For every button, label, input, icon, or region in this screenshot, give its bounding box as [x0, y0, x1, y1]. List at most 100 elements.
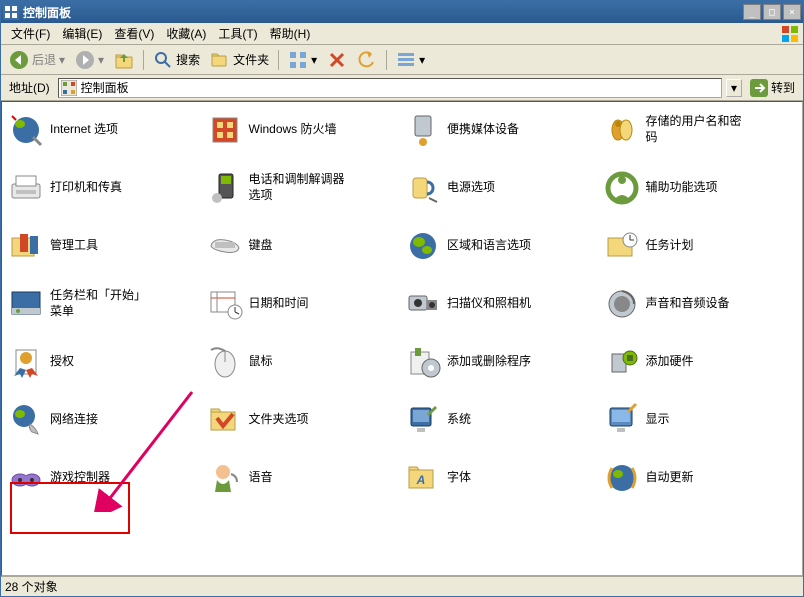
- menu-file[interactable]: 文件(F): [5, 23, 56, 44]
- status-bar: 28 个对象: [1, 576, 803, 596]
- address-bar: 地址(D) 控制面板 ▾ 转到: [1, 75, 803, 101]
- cp-item[interactable]: 辅助功能选项: [602, 168, 799, 208]
- cp-item-icon: [207, 170, 243, 206]
- cp-item-icon: [8, 286, 44, 322]
- cp-item-icon: [405, 228, 441, 264]
- cp-item[interactable]: 打印机和传真: [6, 168, 203, 208]
- cp-item-icon: [207, 460, 243, 496]
- cp-item[interactable]: 存储的用户名和密码: [602, 110, 799, 150]
- cp-item[interactable]: 文件夹选项: [205, 400, 402, 440]
- cp-item[interactable]: 系统: [403, 400, 600, 440]
- cp-item-label: 键盘: [249, 238, 273, 254]
- cp-item-icon: [8, 170, 44, 206]
- views-button[interactable]: ▾: [392, 48, 429, 72]
- search-button[interactable]: 搜索: [149, 48, 204, 72]
- cp-item-icon: [8, 112, 44, 148]
- cp-item[interactable]: Internet 选项: [6, 110, 203, 150]
- cp-item-label: 电源选项: [447, 180, 495, 196]
- forward-button[interactable]: ▾: [71, 48, 108, 72]
- delete-icon: [327, 50, 347, 70]
- cp-item[interactable]: 便携媒体设备: [403, 110, 600, 150]
- address-input[interactable]: 控制面板: [58, 78, 722, 98]
- cp-item-label: 网络连接: [50, 412, 98, 428]
- cp-item-label: 添加硬件: [646, 354, 694, 370]
- cp-item-icon: [207, 344, 243, 380]
- cp-item[interactable]: 声音和音频设备: [602, 284, 799, 324]
- cp-item-label: 存储的用户名和密码: [646, 114, 746, 145]
- cp-item-label: 辅助功能选项: [646, 180, 718, 196]
- app-icon: [3, 4, 19, 20]
- cp-item[interactable]: 鼠标: [205, 342, 402, 382]
- items-grid: Internet 选项 Windows 防火墙 便携媒体设备 存储的用户名和密码…: [6, 110, 798, 498]
- menu-edit[interactable]: 编辑(E): [56, 23, 108, 44]
- menu-bar: 文件(F) 编辑(E) 查看(V) 收藏(A) 工具(T) 帮助(H): [1, 23, 803, 45]
- cp-item-icon: [405, 170, 441, 206]
- cp-item-label: 声音和音频设备: [646, 296, 730, 312]
- cp-item-icon: [604, 402, 640, 438]
- cp-item-label: 系统: [447, 412, 471, 428]
- cp-icon: [61, 80, 77, 96]
- cp-item[interactable]: 授权: [6, 342, 203, 382]
- icons-button[interactable]: ▾: [284, 48, 321, 72]
- up-button[interactable]: [110, 48, 138, 72]
- cp-item[interactable]: 添加硬件: [602, 342, 799, 382]
- cp-item[interactable]: 任务计划: [602, 226, 799, 266]
- cp-item-icon: [604, 344, 640, 380]
- cp-item-icon: [8, 460, 44, 496]
- status-text: 28 个对象: [5, 578, 58, 595]
- cp-item-label: 授权: [50, 354, 74, 370]
- cp-item[interactable]: Windows 防火墙: [205, 110, 402, 150]
- cp-item[interactable]: 日期和时间: [205, 284, 402, 324]
- separator: [278, 50, 279, 70]
- cp-item-label: 任务计划: [646, 238, 694, 254]
- address-dropdown[interactable]: ▾: [726, 79, 742, 97]
- menu-view[interactable]: 查看(V): [108, 23, 160, 44]
- cp-item-icon: [207, 402, 243, 438]
- cp-item-label: 游戏控制器: [50, 470, 110, 486]
- cp-item-label: Internet 选项: [50, 122, 118, 138]
- cp-item-label: 便携媒体设备: [447, 122, 519, 138]
- cp-item[interactable]: 添加或删除程序: [403, 342, 600, 382]
- cp-item[interactable]: 语音: [205, 458, 402, 498]
- cp-item[interactable]: 网络连接: [6, 400, 203, 440]
- folders-icon: [210, 50, 230, 70]
- menu-favorites[interactable]: 收藏(A): [160, 23, 212, 44]
- cp-item-label: 鼠标: [249, 354, 273, 370]
- folders-button[interactable]: 文件夹: [206, 48, 273, 72]
- cp-item[interactable]: A 字体: [403, 458, 600, 498]
- cp-item[interactable]: 电源选项: [403, 168, 600, 208]
- close-button[interactable]: ×: [783, 4, 801, 20]
- cp-item-label: 字体: [447, 470, 471, 486]
- cp-item-icon: [8, 402, 44, 438]
- cp-item[interactable]: 电话和调制解调器选项: [205, 168, 402, 208]
- cp-item[interactable]: 区域和语言选项: [403, 226, 600, 266]
- maximize-button[interactable]: □: [763, 4, 781, 20]
- cp-item[interactable]: 扫描仪和照相机: [403, 284, 600, 324]
- cp-item[interactable]: 管理工具: [6, 226, 203, 266]
- minimize-button[interactable]: _: [743, 4, 761, 20]
- cp-item[interactable]: 任务栏和「开始」菜单: [6, 284, 203, 324]
- title-bar[interactable]: 控制面板 _ □ ×: [1, 1, 803, 23]
- cp-item[interactable]: 自动更新: [602, 458, 799, 498]
- back-icon: [9, 50, 29, 70]
- menu-help[interactable]: 帮助(H): [264, 23, 317, 44]
- cp-item-icon: [405, 344, 441, 380]
- cp-item-icon: [8, 344, 44, 380]
- cp-item-icon: [604, 460, 640, 496]
- icons-view-icon: [288, 50, 308, 70]
- cp-item[interactable]: 显示: [602, 400, 799, 440]
- cp-item[interactable]: 游戏控制器: [6, 458, 203, 498]
- cp-item-label: 添加或删除程序: [447, 354, 531, 370]
- window-title: 控制面板: [23, 4, 741, 21]
- back-button[interactable]: 后退 ▾: [5, 48, 69, 72]
- cp-item-label: 任务栏和「开始」菜单: [50, 288, 150, 319]
- cp-item[interactable]: 键盘: [205, 226, 402, 266]
- cp-item-icon: [405, 286, 441, 322]
- search-icon: [153, 50, 173, 70]
- cp-item-label: 语音: [249, 470, 273, 486]
- undo-button[interactable]: [353, 48, 381, 72]
- delete-button[interactable]: [323, 48, 351, 72]
- cp-item-icon: A: [405, 460, 441, 496]
- go-button[interactable]: 转到: [746, 77, 799, 99]
- menu-tools[interactable]: 工具(T): [212, 23, 263, 44]
